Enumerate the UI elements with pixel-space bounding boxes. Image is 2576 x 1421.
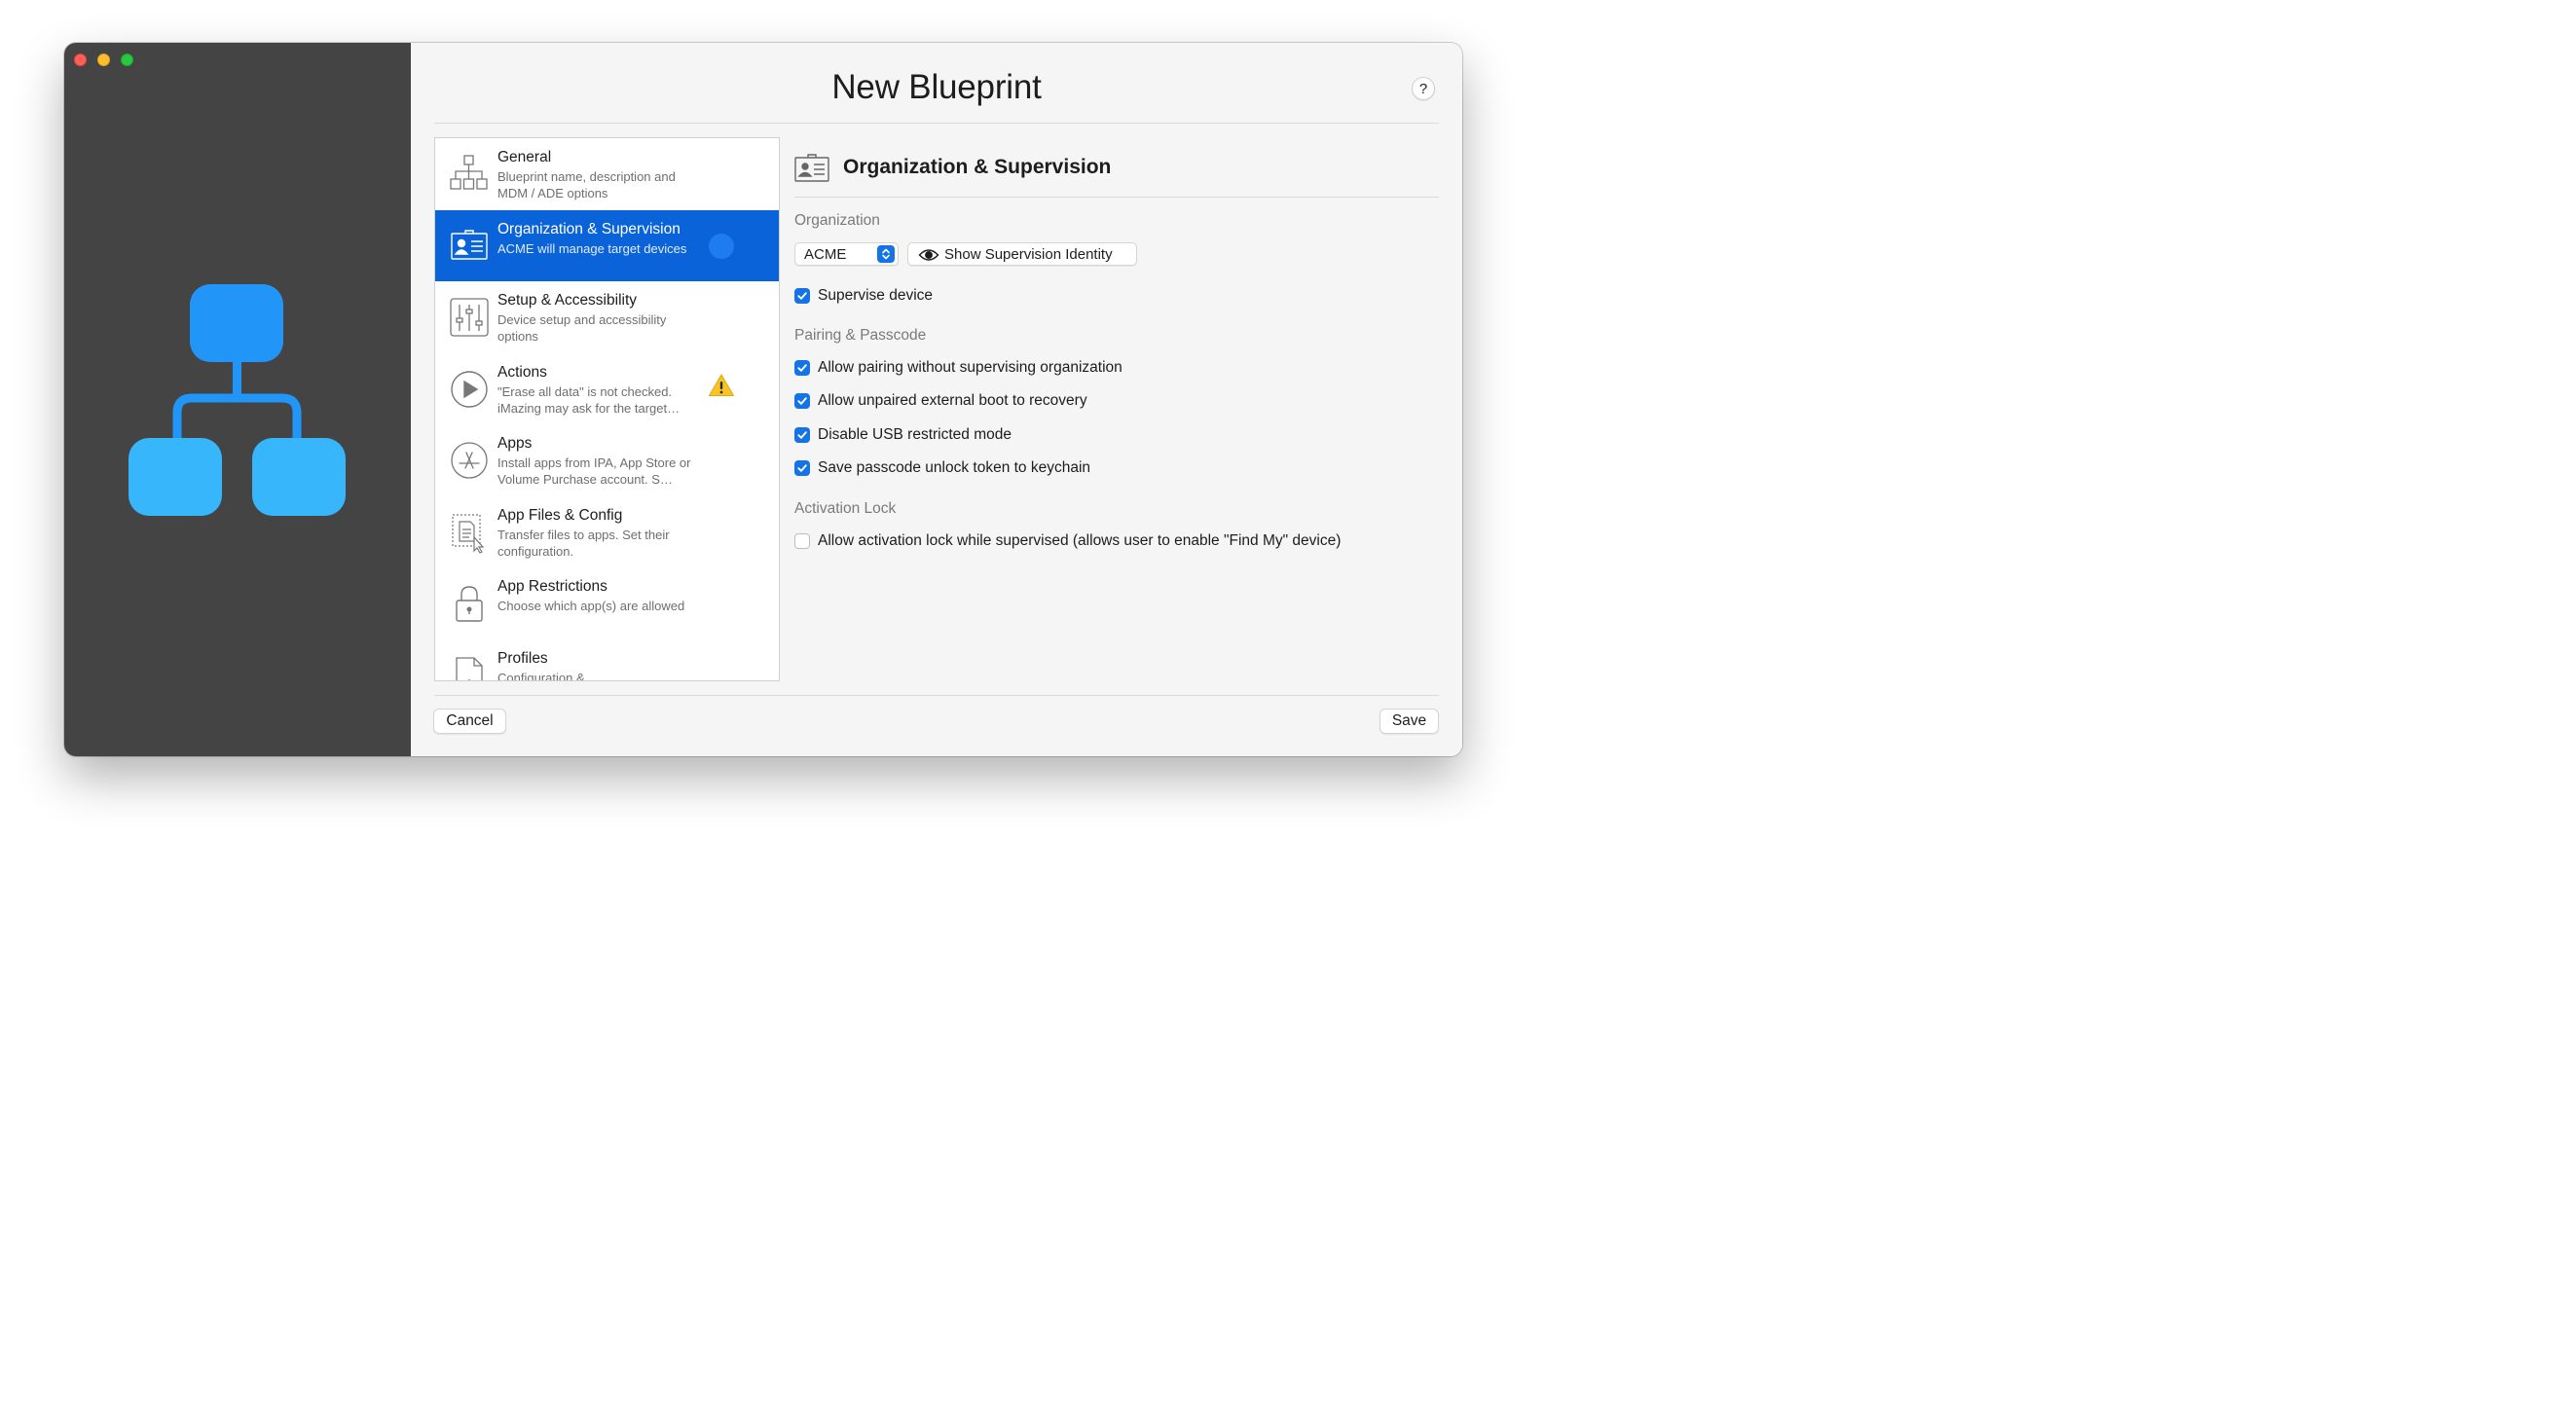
warning-icon <box>709 374 734 396</box>
sliders-icon <box>449 296 490 339</box>
sidebar-item-title: Actions <box>497 364 547 381</box>
id-card-icon <box>794 154 829 182</box>
content-pane: New Blueprint ? General Blueprint name, … <box>411 43 1462 756</box>
sidebar-item-title: General <box>497 149 552 165</box>
cancel-button[interactable]: Cancel <box>433 709 506 734</box>
popup-stepper-icon <box>877 245 895 263</box>
id-card-icon <box>449 225 490 268</box>
sidebar-item-actions[interactable]: Actions "Erase all data" is not checked.… <box>435 353 779 424</box>
blueprint-sections-list[interactable]: General Blueprint name, description and … <box>434 137 780 681</box>
checkbox-checked[interactable] <box>794 460 810 476</box>
sidebar-item-organization[interactable]: Organization & Supervision ACME will man… <box>435 210 779 281</box>
hierarchy-icon <box>449 153 490 196</box>
sidebar-item-subtitle: Install apps from IPA, App Store or Volu… <box>497 455 691 487</box>
checkbox-label: Allow activation lock while supervised (… <box>818 532 1342 549</box>
sidebar-item-apps[interactable]: Apps Install apps from IPA, App Store or… <box>435 424 779 495</box>
close-window-button[interactable] <box>74 54 87 66</box>
lock-icon <box>449 582 490 625</box>
profile-gear-icon <box>449 654 490 680</box>
sidebar-item-profiles[interactable]: Profiles Configuration & <box>435 639 779 681</box>
organization-popup[interactable]: ACME <box>794 242 899 266</box>
minimize-window-button[interactable] <box>97 54 110 66</box>
checkbox-unchecked[interactable] <box>794 533 810 549</box>
footer-divider <box>434 695 1439 696</box>
organization-value: ACME <box>804 246 847 263</box>
eye-icon <box>918 249 939 261</box>
selection-indicator <box>709 234 734 259</box>
checkbox-label: Save passcode unlock token to keychain <box>818 459 1091 476</box>
save-button[interactable]: Save <box>1380 709 1439 734</box>
sidebar-item-general[interactable]: General Blueprint name, description and … <box>435 138 779 209</box>
checkbox-checked[interactable] <box>794 360 810 376</box>
organization-label: Organization <box>794 212 880 229</box>
sidebar-item-title: App Restrictions <box>497 578 607 595</box>
show-supervision-identity-label: Show Supervision Identity <box>944 246 1113 263</box>
blueprint-window: New Blueprint ? General Blueprint name, … <box>64 43 1462 756</box>
file-config-icon <box>449 511 490 554</box>
checkbox-label: Supervise device <box>818 287 934 304</box>
sidebar-item-subtitle: Device setup and accessibility options <box>497 312 667 344</box>
section-title: Organization & Supervision <box>843 156 1112 178</box>
window-title: New Blueprint <box>831 68 1042 106</box>
play-icon <box>449 368 490 411</box>
sidebar-item-title: Profiles <box>497 650 548 667</box>
checkbox-checked[interactable] <box>794 427 810 443</box>
help-button[interactable]: ? <box>1412 77 1435 100</box>
sidebar-item-title: Setup & Accessibility <box>497 292 638 309</box>
sidebar-item-title: Organization & Supervision <box>497 221 681 237</box>
checkbox-label: Allow pairing without supervising organi… <box>818 359 1122 376</box>
checkbox-label: Allow unpaired external boot to recovery <box>818 392 1087 409</box>
pairing-passcode-label: Pairing & Passcode <box>794 327 927 344</box>
blueprint-hierarchy-icon <box>129 284 346 516</box>
sidebar-item-subtitle: Choose which app(s) are allowed <box>497 599 685 613</box>
sidebar-item-app-files[interactable]: App Files & Config Transfer files to app… <box>435 496 779 567</box>
checkbox-label: Disable USB restricted mode <box>818 426 1012 443</box>
sidebar-item-setup[interactable]: Setup & Accessibility Device setup and a… <box>435 281 779 352</box>
sidebar-item-subtitle: Configuration & <box>497 671 585 681</box>
sidebar-item-subtitle: "Erase all data" is not checked. iMazing… <box>497 384 681 416</box>
illustration-pane <box>64 43 411 756</box>
app-store-icon <box>449 439 490 482</box>
sidebar-item-subtitle: Blueprint name, description and MDM / AD… <box>497 169 676 200</box>
sidebar-item-title: App Files & Config <box>497 507 623 524</box>
sidebar-item-title: Apps <box>497 435 533 452</box>
sidebar-item-app-restrictions[interactable]: App Restrictions Choose which app(s) are… <box>435 567 779 638</box>
zoom-window-button[interactable] <box>121 54 133 66</box>
checkbox-checked[interactable] <box>794 393 810 409</box>
show-supervision-identity-button[interactable]: Show Supervision Identity <box>907 242 1137 266</box>
section-divider <box>794 197 1439 198</box>
sidebar-item-subtitle: Transfer files to apps. Set their config… <box>497 528 670 559</box>
sidebar-item-subtitle: ACME will manage target devices <box>497 241 687 256</box>
checkbox-checked[interactable] <box>794 288 810 304</box>
header-divider <box>434 123 1439 124</box>
activation-lock-label: Activation Lock <box>794 500 897 517</box>
